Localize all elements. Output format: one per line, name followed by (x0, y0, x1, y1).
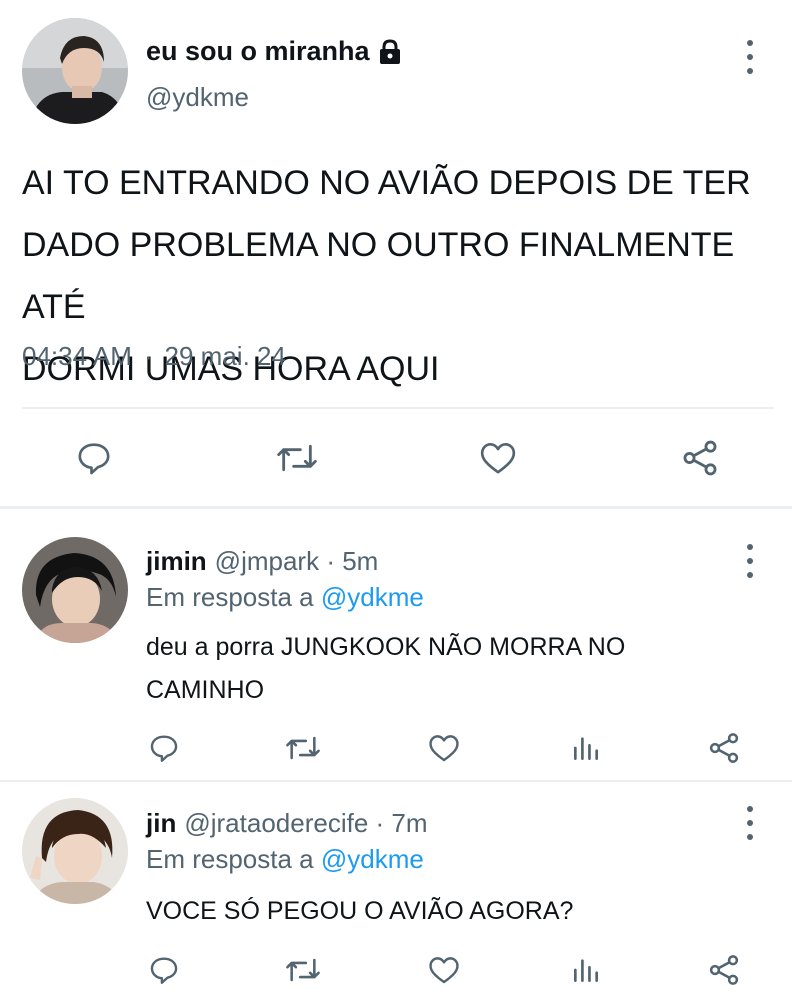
tweet-time: 04:34 AM (22, 341, 132, 371)
replying-to: Em resposta a @ydkme (146, 582, 424, 613)
user-handle[interactable]: @ydkme (146, 82, 249, 113)
reply-text: deu a porra JUNGKOOK NÃO MORRA NO CAMINH… (146, 626, 746, 712)
share-icon[interactable] (704, 728, 744, 768)
reply-text-line: VOCE SÓ PEGOU O AVIÃO AGORA? (146, 897, 574, 925)
display-name-text: eu sou o miranha (146, 36, 370, 66)
avatar[interactable] (22, 537, 128, 643)
display-name[interactable]: jin (146, 808, 176, 838)
mention-link[interactable]: @ydkme (321, 582, 424, 612)
replying-to-prefix: Em resposta a (146, 844, 314, 874)
like-icon[interactable] (476, 436, 520, 480)
reply-time[interactable]: 5m (342, 546, 378, 576)
like-icon[interactable] (424, 728, 464, 768)
lock-icon (378, 38, 402, 65)
display-name[interactable]: jimin (146, 546, 207, 576)
analytics-icon[interactable] (566, 728, 606, 768)
reply-icon[interactable] (72, 436, 116, 480)
reply-header: jimin @jmpark · 5m (146, 546, 378, 577)
more-icon[interactable] (740, 544, 760, 578)
reply-icon[interactable] (144, 728, 184, 768)
more-icon[interactable] (740, 40, 760, 74)
reply-text-line: deu a porra JUNGKOOK NÃO MORRA NO (146, 633, 626, 661)
tweet-timestamp[interactable]: 04:34 AM · 29 mai. 24 (22, 341, 286, 372)
reply-text: VOCE SÓ PEGOU O AVIÃO AGORA? (146, 890, 746, 933)
tweet-date: 29 mai. 24 (164, 341, 286, 371)
share-icon[interactable] (678, 436, 722, 480)
meta-separator: · (143, 341, 153, 371)
replying-to: Em resposta a @ydkme (146, 844, 424, 875)
tweet-divider (0, 506, 792, 509)
reply-text-line: CAMINHO (146, 676, 265, 704)
reply-time[interactable]: 7m (391, 808, 427, 838)
avatar[interactable] (22, 798, 128, 904)
replying-to-prefix: Em resposta a (146, 582, 314, 612)
display-name[interactable]: eu sou o miranha (146, 36, 402, 67)
tweet-text-line: DADO PROBLEMA NO OUTRO FINALMENTE ATÉ (22, 226, 735, 326)
retweet-icon[interactable] (282, 728, 324, 768)
mention-link[interactable]: @ydkme (321, 844, 424, 874)
meta-separator: · (375, 808, 385, 838)
meta-separator: · (326, 546, 335, 576)
retweet-icon[interactable] (274, 436, 320, 480)
reply-header: jin @jrataoderecife · 7m (146, 808, 428, 839)
tweet-divider (0, 780, 792, 782)
analytics-icon[interactable] (566, 950, 606, 990)
avatar[interactable] (22, 18, 128, 124)
reply-icon[interactable] (144, 950, 184, 990)
meta-divider (22, 407, 774, 409)
more-icon[interactable] (740, 806, 760, 840)
like-icon[interactable] (424, 950, 464, 990)
user-handle[interactable]: @jmpark (215, 546, 319, 576)
tweet-text-line: AI TO ENTRANDO NO AVIÃO DEPOIS DE TER (22, 164, 751, 202)
retweet-icon[interactable] (282, 950, 324, 990)
user-handle[interactable]: @jrataoderecife (184, 808, 368, 838)
share-icon[interactable] (704, 950, 744, 990)
